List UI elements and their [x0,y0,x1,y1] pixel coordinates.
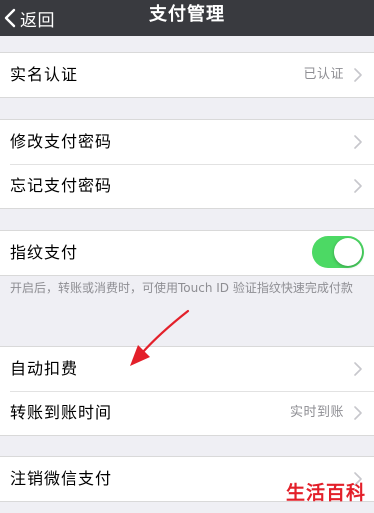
chevron-right-icon [354,179,362,193]
group-verification: 实名认证 已认证 [0,52,374,98]
auto-deduct-row[interactable]: 自动扣费 [0,347,374,391]
forgot-password-row[interactable]: 忘记支付密码 [0,164,374,208]
page-title: 支付管理 [149,4,225,25]
realname-verification-status: 已认证 [303,67,344,82]
fingerprint-note: 开启后，转账或消费时，可使用Touch ID 验证指纹快速完成付款 [10,281,353,295]
chevron-right-icon [354,68,362,82]
fingerprint-pay-row: 指纹支付 [0,231,374,275]
group-password: 修改支付密码 忘记支付密码 [0,119,374,209]
transfer-time-value: 实时到账 [289,405,344,420]
group-payment-settings: 自动扣费 转账到账时间 实时到账 [0,346,374,436]
change-password-label: 修改支付密码 [10,132,113,151]
toggle-knob [334,238,362,266]
chevron-right-icon [354,406,362,420]
change-password-row[interactable]: 修改支付密码 [0,120,374,164]
realname-verification-label: 实名认证 [10,65,79,84]
auto-deduct-label: 自动扣费 [10,359,79,378]
chevron-right-icon [354,135,362,149]
transfer-time-label: 转账到账时间 [10,403,113,422]
fingerprint-pay-label: 指纹支付 [10,243,79,262]
cancel-wechat-pay-label: 注销微信支付 [10,469,113,488]
group-fingerprint: 指纹支付 [0,230,374,276]
forgot-password-label: 忘记支付密码 [10,176,113,195]
fingerprint-pay-toggle[interactable] [312,236,364,268]
watermark-logo: 生活百科 [285,482,366,504]
chevron-right-icon [354,362,362,376]
navigation-bar: 返回 支付管理 [0,0,374,36]
transfer-time-row[interactable]: 转账到账时间 实时到账 [0,391,374,435]
realname-verification-row[interactable]: 实名认证 已认证 [0,53,374,97]
